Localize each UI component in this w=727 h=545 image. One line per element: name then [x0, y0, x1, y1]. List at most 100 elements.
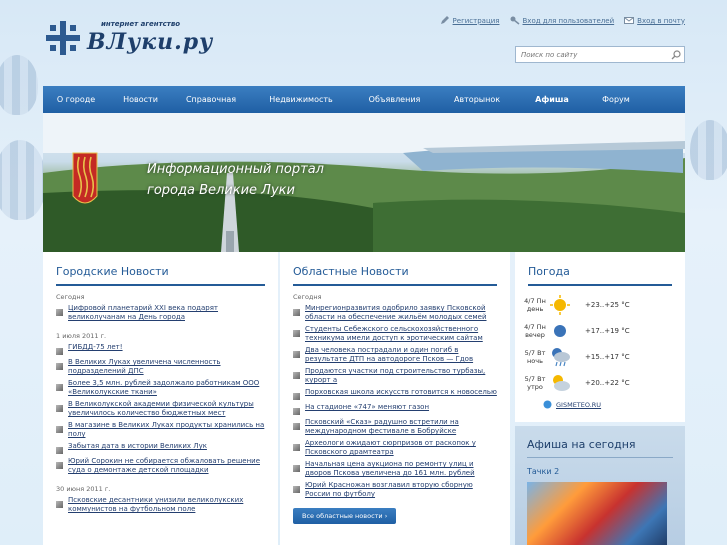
list-item[interactable]: На стадионе «747» меняют газон [293, 403, 498, 415]
coat-of-arms-icon [72, 152, 98, 204]
bullet-icon [293, 330, 300, 337]
bullet-icon [293, 423, 300, 430]
bullet-icon [56, 348, 63, 355]
news-link[interactable]: Студенты Себежского сельскохозяйственног… [305, 325, 498, 343]
list-item[interactable]: В Великолукской академии физической куль… [56, 400, 266, 418]
weather-day: 4/7 Пн [524, 323, 546, 331]
bullet-icon [56, 501, 63, 508]
nav-item-afisha[interactable]: Афиша [517, 86, 587, 113]
weather-row: 4/7 Пн вечер +17..+19 °C [515, 318, 685, 344]
news-link[interactable]: Псковский «Сказ» радушно встретили на ме… [305, 418, 498, 436]
news-link[interactable]: Псковские десантники унизили великолукск… [68, 496, 266, 514]
list-item[interactable]: Более 3,5 млн. рублей задолжало работник… [56, 379, 266, 397]
cloud-rain-icon [552, 348, 570, 367]
list-item[interactable]: Продаются участки под строительство турб… [293, 367, 498, 385]
list-item[interactable]: Археологи ожидают сюрпризов от раскопок … [293, 439, 498, 457]
bullet-icon [56, 309, 63, 316]
news-link[interactable]: Археологи ожидают сюрпризов от раскопок … [305, 439, 498, 457]
weather-day: 5/7 Вт [524, 375, 546, 383]
balloon-decoration-left [0, 55, 38, 115]
bullet-icon [293, 486, 300, 493]
banner-title: Информационный портал города Великие Лук… [147, 159, 324, 201]
bullet-icon [293, 465, 300, 472]
all-region-news-button[interactable]: Все областные новости › [293, 508, 397, 524]
film-poster-image[interactable] [527, 482, 667, 545]
news-link[interactable]: На стадионе «747» меняют газон [305, 403, 429, 415]
mail-login-link-label: Вход в почту [637, 16, 685, 25]
logo-snowflake-icon [46, 21, 80, 55]
news-link[interactable]: Порховская школа искусств готовится к но… [305, 388, 497, 400]
city-news-date-today: Сегодня [56, 293, 85, 301]
register-link[interactable]: Регистрация [440, 16, 500, 25]
news-link[interactable]: Два человека пострадали и один погиб в р… [305, 346, 498, 364]
bullet-icon [293, 351, 300, 358]
afisha-heading: Афиша на сегодня [527, 438, 636, 451]
news-link[interactable]: Продаются участки под строительство турб… [305, 367, 498, 385]
gismeteo-link[interactable]: GISMETEO.RU [543, 400, 685, 409]
nav-item-ads[interactable]: Объявления [352, 86, 437, 113]
nav-item-real-estate[interactable]: Недвижимость [250, 86, 352, 113]
news-link[interactable]: Юрий Красножан возглавил вторую сборную … [305, 481, 498, 499]
afisha-widget: Афиша на сегодня Тачки 2 [515, 426, 685, 545]
news-link[interactable]: В Великих Луках увеличена численность по… [68, 358, 266, 376]
list-item[interactable]: Минрегионразвития одобрило заявку Псковс… [293, 304, 498, 322]
news-link[interactable]: Более 3,5 млн. рублей задолжало работник… [68, 379, 266, 397]
list-item[interactable]: Забытая дата в истории Великих Лук [56, 442, 266, 454]
news-link[interactable]: Минрегионразвития одобрило заявку Псковс… [305, 304, 498, 322]
list-item[interactable]: Порховская школа искусств готовится к но… [293, 388, 498, 400]
news-link[interactable]: Юрий Сорокин не собирается обжаловать ре… [68, 457, 266, 475]
news-link[interactable]: Начальная цена аукциона по ремонту улиц … [305, 460, 498, 478]
list-item[interactable]: В Великих Луках увеличена численность по… [56, 358, 266, 376]
bullet-icon [56, 405, 63, 412]
list-item[interactable]: Псковский «Сказ» радушно встретили на ме… [293, 418, 498, 436]
balloon-decoration-left-large [0, 140, 46, 220]
region-news-heading: Областные Новости [293, 265, 409, 278]
list-item[interactable]: Юрий Красножан возглавил вторую сборную … [293, 481, 498, 499]
weather-temp: +17..+19 °C [585, 327, 630, 335]
banner-landscape [43, 113, 685, 252]
banner-line-1: Информационный портал [147, 162, 324, 177]
list-item[interactable]: Студенты Себежского сельскохозяйственног… [293, 325, 498, 343]
afisha-divider [527, 457, 673, 458]
bullet-icon [56, 462, 63, 469]
pencil-icon [440, 16, 449, 24]
search-icon[interactable] [671, 50, 681, 60]
news-link[interactable]: В магазине в Великих Луках продукты хран… [68, 421, 266, 439]
weather-temp: +20..+22 °C [585, 379, 630, 387]
main-nav: О городе Новости Справочная Недвижимость… [43, 86, 685, 113]
nav-item-auto-market[interactable]: Авторынок [437, 86, 517, 113]
afisha-film-title[interactable]: Тачки 2 [527, 467, 685, 476]
region-news-column: Областные Новости Сегодня Минрегионразви… [280, 252, 510, 545]
user-login-link-label: Вход для пользователей [522, 16, 615, 25]
list-item[interactable]: Начальная цена аукциона по ремонту улиц … [293, 460, 498, 478]
page-wrapper: интернет агентство ВЛуки.ру Регистрация … [43, 0, 685, 545]
region-news-date-today: Сегодня [293, 293, 322, 301]
news-link[interactable]: В Великолукской академии физической куль… [68, 400, 266, 418]
list-item[interactable]: Цифровой планетарий XXI века подарят вел… [56, 304, 266, 322]
city-banner: Информационный портал города Великие Лук… [43, 113, 685, 252]
list-item[interactable]: ГИБДД-75 лет! [56, 343, 266, 355]
nav-item-directory[interactable]: Справочная [172, 86, 250, 113]
search-input[interactable] [516, 47, 664, 62]
list-item[interactable]: В магазине в Великих Луках продукты хран… [56, 421, 266, 439]
user-login-link[interactable]: Вход для пользователей [510, 16, 615, 25]
site-logo[interactable]: интернет агентство ВЛуки.ру [43, 15, 213, 60]
sun-cloud-icon [553, 375, 570, 391]
weather-divider [528, 284, 672, 286]
city-news-date-june30: 30 июня 2011 г. [56, 485, 111, 493]
register-link-label: Регистрация [452, 16, 500, 25]
news-link[interactable]: Забытая дата в истории Великих Лук [68, 442, 207, 454]
list-item[interactable]: Юрий Сорокин не собирается обжаловать ре… [56, 457, 266, 475]
news-link[interactable]: Цифровой планетарий XXI века подарят вел… [68, 304, 266, 322]
mail-login-link[interactable]: Вход в почту [624, 16, 685, 25]
list-item[interactable]: Псковские десантники унизили великолукск… [56, 496, 266, 514]
nav-item-forum[interactable]: Форум [587, 86, 645, 113]
list-item[interactable]: Два человека пострадали и один погиб в р… [293, 346, 498, 364]
nav-item-about-city[interactable]: О городе [43, 86, 109, 113]
weather-temp: +15..+17 °C [585, 353, 630, 361]
news-link[interactable]: ГИБДД-75 лет! [68, 343, 123, 355]
city-news-divider [56, 284, 265, 286]
moon-icon [554, 325, 566, 337]
nav-item-news[interactable]: Новости [109, 86, 172, 113]
bullet-icon [293, 393, 300, 400]
